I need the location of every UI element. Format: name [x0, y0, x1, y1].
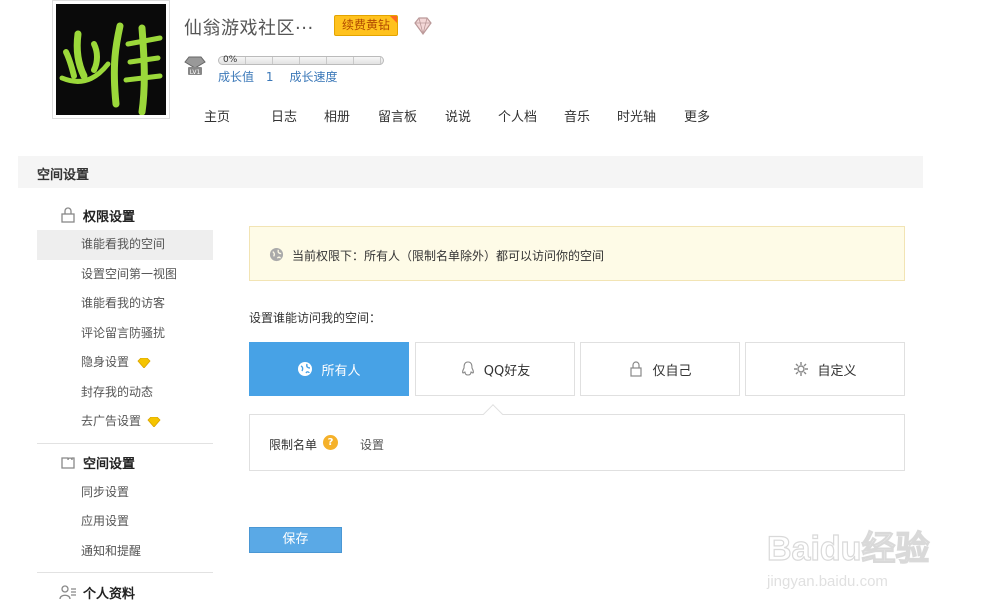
avatar-image [56, 4, 166, 115]
save-button[interactable]: 保存 [249, 527, 342, 553]
avatar[interactable] [52, 0, 170, 119]
growth-bar-ticks [219, 57, 383, 64]
nav-message-board[interactable]: 留言板 [378, 106, 445, 125]
sidebar-item-who-can-view-visitors[interactable]: 谁能看我的访客 [37, 289, 213, 319]
baidu-jingyan-watermark: Baidu经验 jingyan.baidu.com [766, 528, 930, 590]
gear-icon [794, 362, 809, 376]
main-nav: 主页 日志 相册 留言板 说说 个人档 音乐 时光轴 更多 [204, 106, 710, 125]
sidebar-group-space-settings[interactable]: 空间设置 [37, 448, 213, 478]
section-title: 空间设置 [37, 168, 90, 183]
help-icon[interactable]: ? [323, 435, 338, 450]
sidebar-item-anti-harassment[interactable]: 评论留言防骚扰 [37, 319, 213, 349]
option-qq-friends[interactable]: QQ好友 [415, 342, 575, 396]
globe-icon [269, 247, 284, 262]
sidebar-divider [37, 442, 213, 444]
sidebar-item-remove-ads[interactable]: 去广告设置 [37, 407, 213, 437]
growth-value-label: 成长值 [218, 70, 255, 84]
nav-shuoshuo[interactable]: 说说 [445, 106, 498, 125]
nav-music[interactable]: 音乐 [564, 106, 617, 125]
sidebar-item-label: 谁能看我的空间 [81, 237, 166, 251]
watermark-brand: Baidu经验 [767, 529, 929, 568]
renew-yellow-diamond-button[interactable]: 续费黄钻 [334, 15, 399, 36]
nav-profile[interactable]: 个人档 [498, 106, 564, 125]
restriction-list-panel: 限制名单 ? 设置 [249, 404, 905, 471]
permission-notice: 当前权限下：所有人（限制名单除外）都可以访问你的空间 [249, 226, 905, 281]
sidebar-item-notifications[interactable]: 通知和提醒 [37, 537, 213, 567]
nav-home[interactable]: 主页 [204, 106, 271, 125]
globe-icon [298, 362, 313, 376]
sidebar-item-label: 通知和提醒 [81, 543, 142, 558]
settings-sidebar: 权限设置 谁能看我的空间 设置空间第一视图 谁能看我的访客 评论留言防骚扰 隐身… [37, 200, 213, 607]
sidebar-item-label: 应用设置 [81, 514, 130, 528]
section-header: 空间设置 [18, 156, 923, 188]
sidebar-item-label: 设置空间第一视图 [81, 266, 178, 281]
yellow-diamond-icon [147, 417, 161, 427]
sidebar-item-label: 去广告设置 [81, 414, 142, 428]
sidebar-item-app-settings[interactable]: 应用设置 [37, 507, 213, 537]
space-name[interactable]: 仙翁游戏社区··· [184, 14, 314, 40]
option-custom[interactable]: 自定义 [745, 342, 905, 396]
svg-text:LV1: LV1 [190, 69, 201, 76]
lock-icon [61, 207, 75, 223]
sidebar-item-label: 评论留言防骚扰 [81, 325, 166, 340]
option-only-me[interactable]: 仅自己 [580, 342, 740, 396]
yellow-diamond-icon [137, 358, 151, 368]
nav-more[interactable]: 更多 [684, 106, 710, 125]
badge-corner-mark [390, 16, 398, 23]
sidebar-item-archive-feeds[interactable]: 封存我的动态 [37, 378, 213, 408]
growth-progress-bar [218, 56, 384, 65]
lock-icon [630, 361, 643, 377]
access-setting-label: 设置谁能访问我的空间： [249, 311, 382, 325]
watermark-url: jingyan.baidu.com [766, 573, 888, 590]
sidebar-item-label: 同步设置 [81, 484, 130, 499]
nav-album[interactable]: 相册 [324, 106, 378, 125]
nav-timeline[interactable]: 时光轴 [617, 106, 684, 125]
level-crown-icon[interactable]: LV1 [183, 54, 207, 78]
option-label: 所有人 [321, 363, 361, 379]
sidebar-item-label: 谁能看我的访客 [81, 296, 166, 310]
growth-value: 1 [265, 70, 274, 84]
sidebar-item-who-can-view-space[interactable]: 谁能看我的空间 [37, 230, 213, 260]
sidebar-group-permissions[interactable]: 权限设置 [37, 200, 213, 230]
option-label: 仅自己 [652, 363, 692, 379]
sidebar-group-label: 个人资料 [83, 586, 136, 602]
sidebar-group-profile[interactable]: 个人资料 [37, 577, 213, 607]
panel-pointer [483, 404, 503, 424]
sidebar-item-first-view[interactable]: 设置空间第一视图 [37, 260, 213, 290]
access-options: 所有人 QQ好友 仅自己 自定义 [249, 342, 905, 396]
restriction-list-set-link[interactable]: 设置 [360, 436, 384, 453]
sidebar-group-label: 权限设置 [83, 209, 136, 225]
growth-value-link[interactable]: 成长值 1 [218, 70, 281, 84]
notice-text: 当前权限下：所有人（限制名单除外）都可以访问你的空间 [292, 249, 605, 263]
restriction-list-label: 限制名单 [269, 438, 318, 452]
sidebar-item-sync[interactable]: 同步设置 [37, 478, 213, 508]
puzzle-icon [61, 456, 75, 469]
sidebar-item-label: 隐身设置 [81, 355, 130, 369]
grey-diamond-icon[interactable] [412, 17, 434, 35]
nav-blog[interactable]: 日志 [271, 106, 324, 125]
option-label: QQ好友 [483, 363, 531, 379]
qq-icon [461, 361, 474, 376]
renew-badge-label: 续费黄钻 [342, 18, 391, 32]
profile-icon [59, 585, 76, 600]
growth-speed-link[interactable]: 成长速度 [289, 70, 337, 84]
option-everyone[interactable]: 所有人 [249, 342, 409, 396]
option-label: 自定义 [817, 363, 857, 379]
growth-percent: 0% [223, 55, 238, 65]
growth-info: 成长值 1 成长速度 [218, 68, 346, 85]
sidebar-item-label: 封存我的动态 [81, 384, 154, 399]
sidebar-group-label: 空间设置 [83, 457, 136, 472]
sidebar-divider [37, 572, 213, 573]
sidebar-item-invisible[interactable]: 隐身设置 [37, 348, 213, 378]
